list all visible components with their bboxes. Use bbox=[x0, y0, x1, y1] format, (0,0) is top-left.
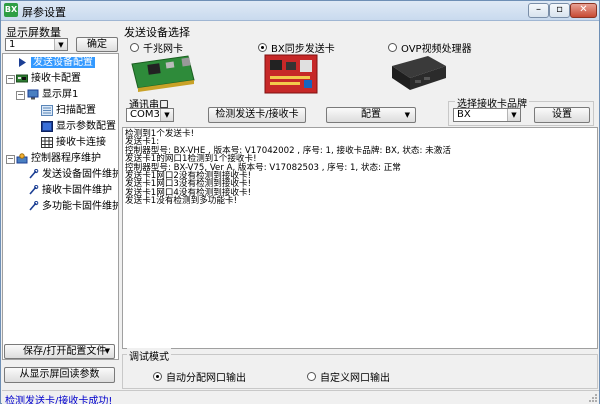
serial-port-select[interactable]: COM3 ▼ bbox=[126, 108, 174, 122]
radio-label: 自定义网口输出 bbox=[320, 373, 390, 384]
app-icon: BX bbox=[4, 3, 18, 17]
config-tree[interactable]: 发送设备配置 − 接收卡配置 − 显示屏1 扫描配置 显示参数配置 接收卡连接 bbox=[2, 53, 119, 360]
save-open-config-button[interactable]: 保存/打开配置文件 ▼ bbox=[4, 344, 115, 359]
tree-item-label: 多功能卡固件维护 bbox=[42, 201, 119, 212]
close-button[interactable]: ✕ bbox=[570, 3, 597, 18]
chevron-down-icon: ▼ bbox=[54, 39, 67, 50]
tree-item-label: 发送设备固件维护 bbox=[42, 169, 119, 180]
tree-item-label: 扫描配置 bbox=[56, 105, 96, 116]
scan-config-icon bbox=[41, 105, 53, 116]
radio-gigabit-card[interactable]: 千兆网卡 bbox=[130, 40, 183, 55]
tree-item-label: 发送设备配置 bbox=[31, 57, 95, 68]
resize-grip-icon[interactable] bbox=[588, 393, 598, 403]
radio-dot-selected bbox=[258, 43, 267, 52]
display-params-icon bbox=[41, 121, 53, 132]
right-panel: 发送设备选择 千兆网卡 BX同步发送卡 OVP视频处理器 通讯串口 COM3 ▼… bbox=[120, 21, 598, 391]
tree-item-receive-firmware[interactable]: 接收卡固件维护 bbox=[27, 183, 112, 199]
collapse-toggle[interactable]: − bbox=[6, 155, 15, 164]
read-back-params-button[interactable]: 从显示屏回读参数 bbox=[4, 367, 115, 383]
radio-label: 自动分配网口输出 bbox=[166, 373, 246, 384]
debug-mode-group: 调试模式 自动分配网口输出 自定义网口输出 bbox=[122, 348, 598, 389]
tree-item-label: 显示屏1 bbox=[42, 89, 79, 100]
firmware-icon bbox=[29, 185, 39, 195]
tree-item-label: 显示参数配置 bbox=[56, 121, 116, 132]
send-device-section-title: 发送设备选择 bbox=[124, 26, 190, 39]
tree-item-send-device-config[interactable]: 发送设备配置 bbox=[16, 55, 95, 71]
config-button-label: 配置 bbox=[361, 109, 381, 120]
status-bar: 检测发送卡/接收卡成功! bbox=[2, 390, 599, 404]
radio-custom-port-output[interactable]: 自定义网口输出 bbox=[307, 369, 390, 384]
tree-item-multifunction-firmware[interactable]: 多功能卡固件维护 bbox=[27, 199, 119, 215]
firmware-icon bbox=[29, 201, 39, 211]
debug-mode-title: 调试模式 bbox=[127, 348, 171, 363]
radio-dot-selected bbox=[153, 372, 162, 381]
left-panel: 显示屏数量 1 ▼ 确定 发送设备配置 − 接收卡配置 − 显示屏1 扫描配置 bbox=[1, 21, 119, 391]
radio-dot bbox=[130, 43, 139, 52]
title-bar[interactable]: BX 屏参设置 – ▫ ✕ bbox=[1, 1, 599, 21]
window-title: 屏参设置 bbox=[22, 6, 66, 19]
radio-auto-port-output[interactable]: 自动分配网口输出 bbox=[153, 369, 246, 384]
status-message: 检测发送卡/接收卡成功! bbox=[5, 396, 113, 404]
gigabit-card-image bbox=[131, 55, 195, 92]
settings-window: BX 屏参设置 – ▫ ✕ 显示屏数量 1 ▼ 确定 发送设备配置 − 接收卡配… bbox=[0, 0, 600, 404]
maximize-button[interactable]: ▫ bbox=[549, 3, 570, 18]
bx-sync-card-image bbox=[264, 54, 318, 94]
tree-item-display-params[interactable]: 显示参数配置 bbox=[41, 119, 116, 135]
log-line: 发送卡1没有检测到多功能卡! bbox=[125, 196, 238, 207]
serial-port-value: COM3 bbox=[130, 109, 160, 120]
tree-item-send-firmware[interactable]: 发送设备固件维护 bbox=[27, 167, 119, 183]
tree-item-label: 接收卡配置 bbox=[31, 73, 81, 84]
collapse-toggle[interactable]: − bbox=[16, 91, 25, 100]
receive-card-icon bbox=[16, 74, 28, 83]
detect-cards-button[interactable]: 检测发送卡/接收卡 bbox=[208, 107, 306, 123]
chevron-down-icon: ▼ bbox=[160, 109, 173, 121]
monitor-icon bbox=[27, 89, 39, 100]
radio-dot bbox=[307, 372, 316, 381]
grid-connection-icon bbox=[41, 137, 53, 148]
detection-log[interactable]: 检测到1个发送卡! 发送卡1: 控制器型号: BX-VHE , 版本号: V17… bbox=[122, 127, 598, 349]
minimize-button[interactable]: – bbox=[528, 3, 549, 18]
tree-item-label: 接收卡连接 bbox=[56, 137, 106, 148]
tree-item-display-1[interactable]: 显示屏1 bbox=[27, 87, 78, 103]
brand-settings-button[interactable]: 设置 bbox=[534, 107, 590, 123]
close-icon: ✕ bbox=[579, 4, 588, 15]
save-open-config-label: 保存/打开配置文件 bbox=[23, 346, 107, 357]
tree-item-label: 控制器程序维护 bbox=[31, 153, 101, 164]
display-count-value: 1 bbox=[9, 39, 16, 50]
radio-dot bbox=[388, 43, 397, 52]
controller-maintenance-icon bbox=[16, 153, 28, 164]
chevron-down-icon: ▼ bbox=[404, 111, 410, 119]
firmware-icon bbox=[29, 169, 39, 179]
tree-item-scan-config[interactable]: 扫描配置 bbox=[41, 103, 96, 119]
tree-item-receive-card-config[interactable]: 接收卡配置 bbox=[16, 71, 81, 87]
maximize-icon: ▫ bbox=[556, 4, 563, 15]
tree-item-receive-card-connection[interactable]: 接收卡连接 bbox=[41, 135, 106, 151]
ovp-processor-image bbox=[392, 56, 446, 90]
log-line: 检测到1个发送卡! bbox=[125, 129, 195, 139]
tree-item-label: 接收卡固件维护 bbox=[42, 185, 112, 196]
chevron-down-icon: ▼ bbox=[507, 109, 520, 121]
minimize-icon: – bbox=[536, 4, 541, 15]
display-count-select[interactable]: 1 ▼ bbox=[5, 38, 68, 51]
send-arrow-icon bbox=[19, 58, 26, 67]
receive-brand-select[interactable]: BX ▼ bbox=[453, 108, 521, 122]
chevron-down-icon: ▼ bbox=[104, 347, 110, 355]
collapse-toggle[interactable]: − bbox=[6, 75, 15, 84]
tree-item-controller-maintenance[interactable]: 控制器程序维护 bbox=[16, 151, 101, 167]
config-dropdown-button[interactable]: 配置 ▼ bbox=[326, 107, 416, 123]
receive-brand-value: BX bbox=[457, 109, 471, 120]
confirm-button[interactable]: 确定 bbox=[76, 37, 118, 52]
